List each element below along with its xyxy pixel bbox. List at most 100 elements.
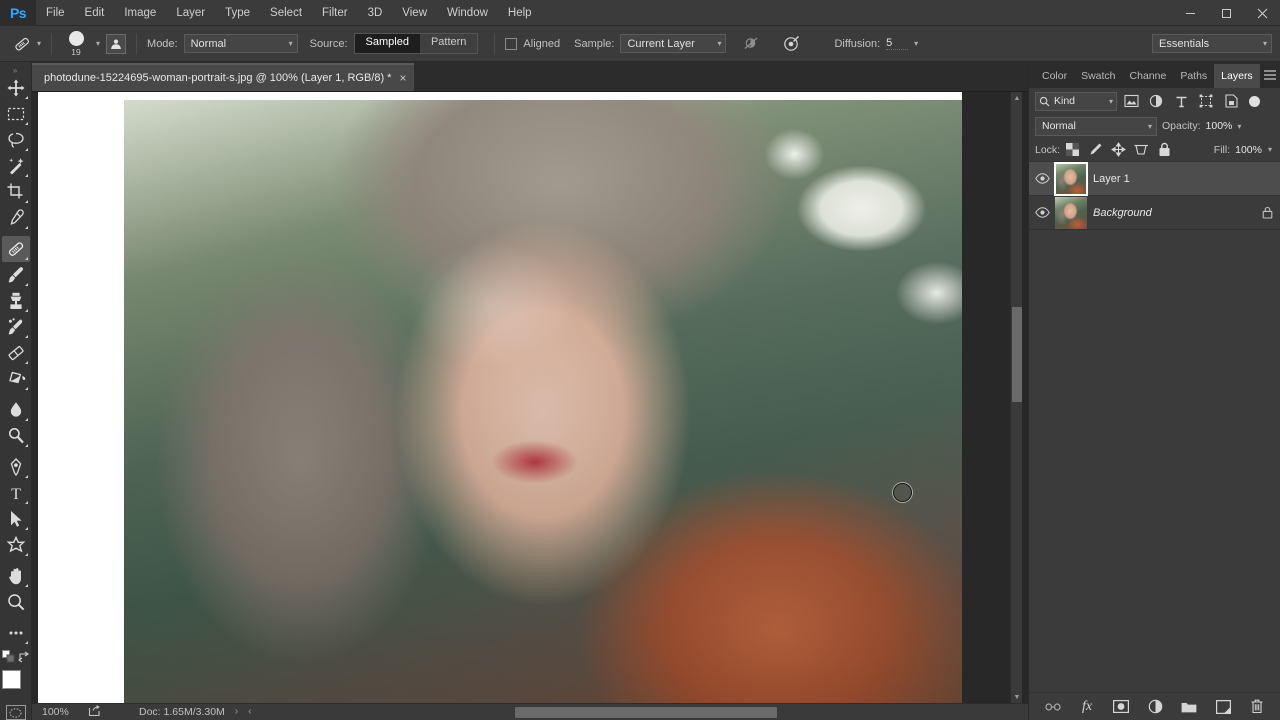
- dodge-tool[interactable]: [2, 423, 30, 449]
- menu-item-type[interactable]: Type: [215, 0, 260, 26]
- blur-tool[interactable]: [2, 397, 30, 423]
- mode-select[interactable]: Normal ▾: [183, 34, 298, 53]
- source-sampled-button[interactable]: Sampled: [354, 34, 420, 53]
- fx-icon[interactable]: fx: [1077, 697, 1097, 717]
- panel-tab-color[interactable]: Color: [1035, 64, 1074, 88]
- document-image[interactable]: [124, 100, 962, 703]
- menu-item-view[interactable]: View: [392, 0, 437, 26]
- workspace-select[interactable]: Essentials ▾: [1152, 34, 1272, 53]
- fill-value[interactable]: 100%: [1235, 144, 1262, 156]
- layer-filter-kind-select[interactable]: Kind ▾: [1035, 91, 1117, 111]
- lock-transparent-pixels-icon[interactable]: [1062, 140, 1083, 160]
- menu-item-filter[interactable]: Filter: [312, 0, 358, 26]
- quick-mask-icon[interactable]: [5, 705, 26, 720]
- diffusion-value[interactable]: 5: [886, 37, 909, 50]
- layer-name[interactable]: Background: [1093, 207, 1254, 219]
- diffusion-chevron-icon[interactable]: ▾: [914, 39, 918, 48]
- lasso-tool[interactable]: [2, 127, 30, 153]
- zoom-level[interactable]: 100%: [42, 706, 78, 718]
- menu-item-3d[interactable]: 3D: [358, 0, 393, 26]
- custom-shape-tool[interactable]: [2, 532, 30, 558]
- canvas-area[interactable]: ▲ ▼: [32, 92, 1028, 703]
- rectangular-marquee-tool[interactable]: [2, 101, 30, 127]
- tool-preset-picker[interactable]: ▾: [10, 32, 41, 56]
- maximize-button[interactable]: [1208, 0, 1244, 26]
- lock-all-icon[interactable]: [1154, 140, 1175, 160]
- ignore-adjustment-layers-icon[interactable]: [740, 33, 762, 55]
- menu-item-window[interactable]: Window: [437, 0, 498, 26]
- eraser-tool[interactable]: [2, 340, 30, 366]
- folder-icon[interactable]: [1179, 697, 1199, 717]
- pen-tool[interactable]: [2, 454, 30, 480]
- zoom-tool[interactable]: [2, 589, 30, 615]
- scroll-up-arrow-icon[interactable]: ▲: [1011, 92, 1023, 104]
- fill-chevron-icon[interactable]: ▾: [1268, 145, 1272, 154]
- magic-wand-tool[interactable]: [2, 153, 30, 179]
- horizontal-scroll-thumb[interactable]: [515, 707, 777, 718]
- close-button[interactable]: [1244, 0, 1280, 26]
- adjustment-half-circle-icon[interactable]: [1145, 697, 1165, 717]
- hand-tool[interactable]: [2, 563, 30, 589]
- tablet-pressure-icon[interactable]: [780, 33, 802, 55]
- layer-thumbnail[interactable]: [1055, 196, 1087, 229]
- smart-object-icon[interactable]: [1220, 91, 1242, 111]
- layer-name[interactable]: Layer 1: [1093, 173, 1254, 185]
- layer-thumbnail[interactable]: [1054, 161, 1088, 196]
- link-icon[interactable]: [1043, 697, 1063, 717]
- document-tab[interactable]: photodune-15224695-woman-portrait-s.jpg …: [32, 63, 415, 91]
- layer-row[interactable]: Layer 1: [1029, 161, 1280, 196]
- foreground-color-swatch[interactable]: [1, 670, 21, 690]
- menu-item-layer[interactable]: Layer: [166, 0, 215, 26]
- brush-panel-icon[interactable]: [106, 33, 127, 54]
- eyedropper-tool[interactable]: [2, 205, 30, 231]
- lock-position-icon[interactable]: [1108, 140, 1129, 160]
- gradient-tool[interactable]: [2, 366, 30, 392]
- vertical-scroll-thumb[interactable]: [1012, 307, 1022, 402]
- menu-item-select[interactable]: Select: [260, 0, 312, 26]
- crop-tool[interactable]: [2, 179, 30, 205]
- type-layers-icon[interactable]: [1170, 91, 1192, 111]
- panel-menu-icon[interactable]: [1260, 62, 1280, 88]
- mask-icon[interactable]: [1111, 697, 1131, 717]
- layer-locked-icon[interactable]: [1254, 206, 1280, 219]
- menu-item-file[interactable]: File: [36, 0, 75, 26]
- new-layer-icon[interactable]: [1213, 697, 1233, 717]
- layer-visibility-eye-icon[interactable]: [1031, 173, 1053, 184]
- panel-tab-channe[interactable]: Channe: [1123, 64, 1174, 88]
- opacity-chevron-icon[interactable]: ▾: [1237, 122, 1241, 131]
- share-icon[interactable]: [88, 704, 101, 720]
- status-prev-arrow-icon[interactable]: ‹: [248, 706, 251, 717]
- blend-mode-select[interactable]: Normal ▾: [1035, 116, 1157, 136]
- brush-tool[interactable]: [2, 262, 30, 288]
- menu-item-edit[interactable]: Edit: [75, 0, 115, 26]
- panel-tab-swatch[interactable]: Swatch: [1074, 64, 1122, 88]
- layer-visibility-eye-icon[interactable]: [1031, 207, 1053, 218]
- pixel-layers-icon[interactable]: [1120, 91, 1142, 111]
- toolbar-collapse-handle[interactable]: »: [13, 66, 18, 75]
- shape-layers-icon[interactable]: [1195, 91, 1217, 111]
- trash-icon[interactable]: [1247, 697, 1267, 717]
- swap-colors-icon[interactable]: [17, 651, 30, 666]
- edit-toolbar[interactable]: [2, 620, 30, 646]
- layer-row[interactable]: Background: [1029, 196, 1280, 230]
- source-pattern-button[interactable]: Pattern: [419, 34, 478, 53]
- type-tool[interactable]: T: [2, 480, 30, 506]
- layer-filter-toggle[interactable]: [1249, 95, 1260, 107]
- adjustment-layers-icon[interactable]: [1145, 91, 1167, 111]
- minimize-button[interactable]: [1172, 0, 1208, 26]
- canvas-vertical-scrollbar[interactable]: ▲ ▼: [1010, 92, 1022, 703]
- brush-preset-chevron-icon[interactable]: ▾: [96, 39, 100, 48]
- lock-artboard-nesting-icon[interactable]: [1131, 140, 1152, 160]
- scroll-down-arrow-icon[interactable]: ▼: [1011, 691, 1023, 703]
- panel-tab-layers[interactable]: Layers: [1214, 64, 1260, 88]
- move-tool[interactable]: [2, 75, 30, 101]
- menu-item-image[interactable]: Image: [114, 0, 166, 26]
- aligned-checkbox[interactable]: [505, 37, 518, 50]
- clone-stamp-tool[interactable]: [2, 288, 30, 314]
- status-next-arrow-icon[interactable]: ›: [235, 706, 238, 717]
- close-icon[interactable]: ×: [399, 71, 406, 85]
- panel-tab-paths[interactable]: Paths: [1173, 64, 1214, 88]
- healing-brush-tool[interactable]: [1, 236, 30, 263]
- opacity-value[interactable]: 100%: [1206, 120, 1233, 132]
- sample-select[interactable]: Current Layer ▾: [620, 34, 727, 53]
